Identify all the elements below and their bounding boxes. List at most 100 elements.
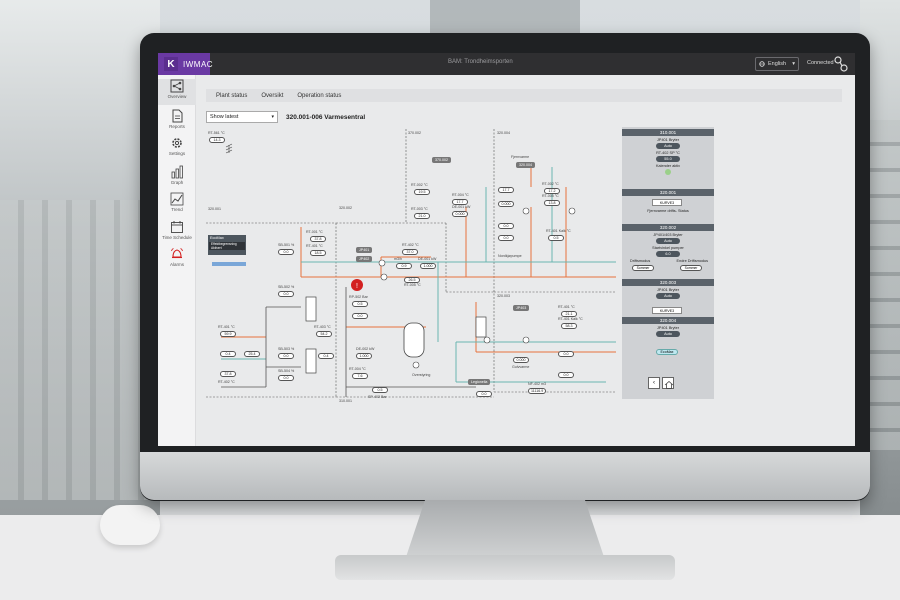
- reading-value[interactable]: 0.0: [498, 223, 514, 229]
- reading-value[interactable]: 11116.9: [528, 388, 547, 394]
- reading-value[interactable]: 17.7: [498, 187, 514, 193]
- language-select[interactable]: English ▾: [755, 57, 799, 71]
- sidebar-item-reports[interactable]: Reports: [158, 109, 196, 135]
- reading-value[interactable]: 1.000: [420, 263, 436, 269]
- panel-section-header: 320.001: [622, 189, 714, 196]
- reading-value[interactable]: 13.8: [544, 200, 560, 206]
- reading-value[interactable]: 0.000: [452, 211, 468, 217]
- reading-tag: SP-402 Bar: [368, 395, 387, 399]
- reading-value[interactable]: 0.0: [278, 375, 294, 381]
- section-chip[interactable]: 320.004: [516, 162, 535, 168]
- reading-value[interactable]: 0.0: [476, 391, 492, 397]
- panel-section-header: 310.001: [622, 129, 714, 136]
- reading-value[interactable]: 0.0: [278, 291, 294, 297]
- reading-value[interactable]: 14.3: [209, 137, 225, 143]
- chevron-down-icon: ▾: [792, 61, 795, 67]
- home-button[interactable]: [662, 377, 674, 389]
- section-label: 320.002: [339, 206, 352, 210]
- reading-value[interactable]: 1.000: [356, 353, 372, 359]
- connection-icon[interactable]: [834, 56, 848, 72]
- section-label: 320.004: [497, 131, 510, 135]
- reading-value[interactable]: 0.0: [278, 249, 294, 255]
- pump-label[interactable]: JP403: [513, 305, 530, 311]
- reading-value[interactable]: 0.0: [278, 353, 294, 359]
- ecomax-box[interactable]: EcoMax Effektbegrensning Aktivert: [208, 235, 246, 255]
- reading-value[interactable]: 19.5: [414, 189, 430, 195]
- panel-mode-button[interactable]: Auto: [656, 331, 680, 337]
- reading-value[interactable]: 21.0: [414, 213, 430, 219]
- reading-value[interactable]: 58.3: [561, 323, 577, 329]
- panel-value[interactable]: 6.0: [656, 251, 680, 257]
- curve-button[interactable]: KURVE3: [652, 199, 682, 206]
- control-panel: 310.001 JP401 Bryter Auto RT-402 SP °C 5…: [622, 127, 714, 399]
- process-diagram: ! RT-561 °C 14.3 320.001 320.002 370.002…: [206, 127, 622, 439]
- section-label: 310.001: [339, 399, 352, 403]
- reading-value[interactable]: 0.000: [513, 357, 529, 363]
- panel-mode-button[interactable]: Auto: [656, 293, 680, 299]
- reading-value[interactable]: 0.0: [498, 235, 514, 241]
- reading-value[interactable]: 0.0: [558, 351, 574, 357]
- tab-plant-status[interactable]: Plant status: [216, 93, 247, 99]
- reading-value[interactable]: 59.9: [220, 331, 236, 337]
- mode-button[interactable]: Sommer: [632, 265, 654, 271]
- pump-label[interactable]: JP401: [356, 247, 373, 253]
- reading-value[interactable]: 7.6: [352, 373, 368, 379]
- chevron-left-icon[interactable]: ‹: [648, 377, 660, 389]
- bar-chart-icon: [171, 165, 183, 179]
- view-select[interactable]: Show latest ▾: [206, 111, 278, 123]
- reading-tag: RT-004 °C: [452, 193, 469, 197]
- reading-value[interactable]: 18.5: [310, 250, 326, 256]
- panel-label: Endre Driftsmodus: [676, 259, 708, 263]
- reading-value[interactable]: 37.0: [402, 249, 418, 255]
- reading-value[interactable]: 0.9: [396, 263, 412, 269]
- panel-mode-button[interactable]: Auto: [656, 143, 680, 149]
- panel-label: JP401/403 Bryter: [653, 233, 683, 237]
- sidebar-item-trend[interactable]: Trend: [158, 192, 196, 218]
- sidebar-item-time-schedule[interactable]: Time Schedule: [158, 220, 196, 246]
- reading-value[interactable]: 0.0: [558, 372, 574, 378]
- ecomax-button[interactable]: EcoMax: [656, 349, 678, 355]
- reading-value[interactable]: 0.0: [352, 313, 368, 319]
- panel-mode-button[interactable]: Auto: [656, 238, 680, 244]
- tab-oversikt[interactable]: Oversikt: [261, 93, 283, 99]
- reading-value[interactable]: 0.4: [318, 353, 334, 359]
- reading-tag: RT-402 °C: [402, 243, 419, 247]
- view-select-value: Show latest: [210, 114, 239, 120]
- reading-tag: RT-402 °C: [218, 380, 235, 384]
- reading-value[interactable]: 26.5: [404, 277, 420, 283]
- reading-tag: RT-561 °C: [208, 131, 225, 135]
- brand-name: IWMAC: [183, 59, 214, 69]
- panel-value[interactable]: 55.0: [656, 156, 680, 162]
- brand[interactable]: K IWMAC: [161, 55, 219, 73]
- reading-value[interactable]: 37.8: [310, 236, 326, 242]
- reading-value[interactable]: 0.000: [498, 201, 514, 207]
- sidebar-item-alarms[interactable]: Alarms: [158, 247, 196, 273]
- sidebar: Overview Reports Settings Graph Trend Ti…: [158, 75, 196, 446]
- panel-label: RT-402 SP °C: [656, 151, 680, 155]
- reading-value[interactable]: 25.4: [244, 351, 260, 357]
- sidebar-item-graph[interactable]: Graph: [158, 165, 196, 191]
- tab-operation-status[interactable]: Operation status: [297, 93, 341, 99]
- reading-tag: RT-403 °C: [314, 325, 331, 329]
- tank-label[interactable]: 370.002: [432, 157, 451, 163]
- sidebar-label: Time Schedule: [162, 235, 192, 240]
- reading-tag: RT-002 °C: [542, 182, 559, 186]
- reading-value[interactable]: 0.5: [352, 301, 368, 307]
- sidebar-item-overview[interactable]: Overview: [158, 79, 196, 105]
- pump-label[interactable]: JP402: [356, 256, 373, 262]
- reading-value[interactable]: 54.2: [316, 331, 332, 337]
- reading-tag: RT-401 Kalk °C: [546, 229, 571, 233]
- panel-label: Fjernvarme drifts- Status: [647, 209, 689, 213]
- reading-tag: RT-005 °C: [542, 194, 559, 198]
- reading-value[interactable]: 0.5: [548, 235, 564, 241]
- legionella-label[interactable]: Legionella: [468, 379, 491, 385]
- reading-tag: RT-003 °C: [411, 207, 428, 211]
- reading-value[interactable]: 0.4: [220, 351, 236, 357]
- screen: K IWMAC BAM: Trondheimsporten English ▾ …: [158, 53, 855, 446]
- sidebar-item-settings[interactable]: Settings: [158, 136, 196, 162]
- reading-value[interactable]: 37.8: [220, 371, 236, 377]
- reading-tag: RT-401 °C: [218, 325, 235, 329]
- curve-button[interactable]: KURVE3: [652, 307, 682, 314]
- mode-button[interactable]: Sommer: [680, 265, 702, 271]
- reading-value[interactable]: 0.5: [372, 387, 388, 393]
